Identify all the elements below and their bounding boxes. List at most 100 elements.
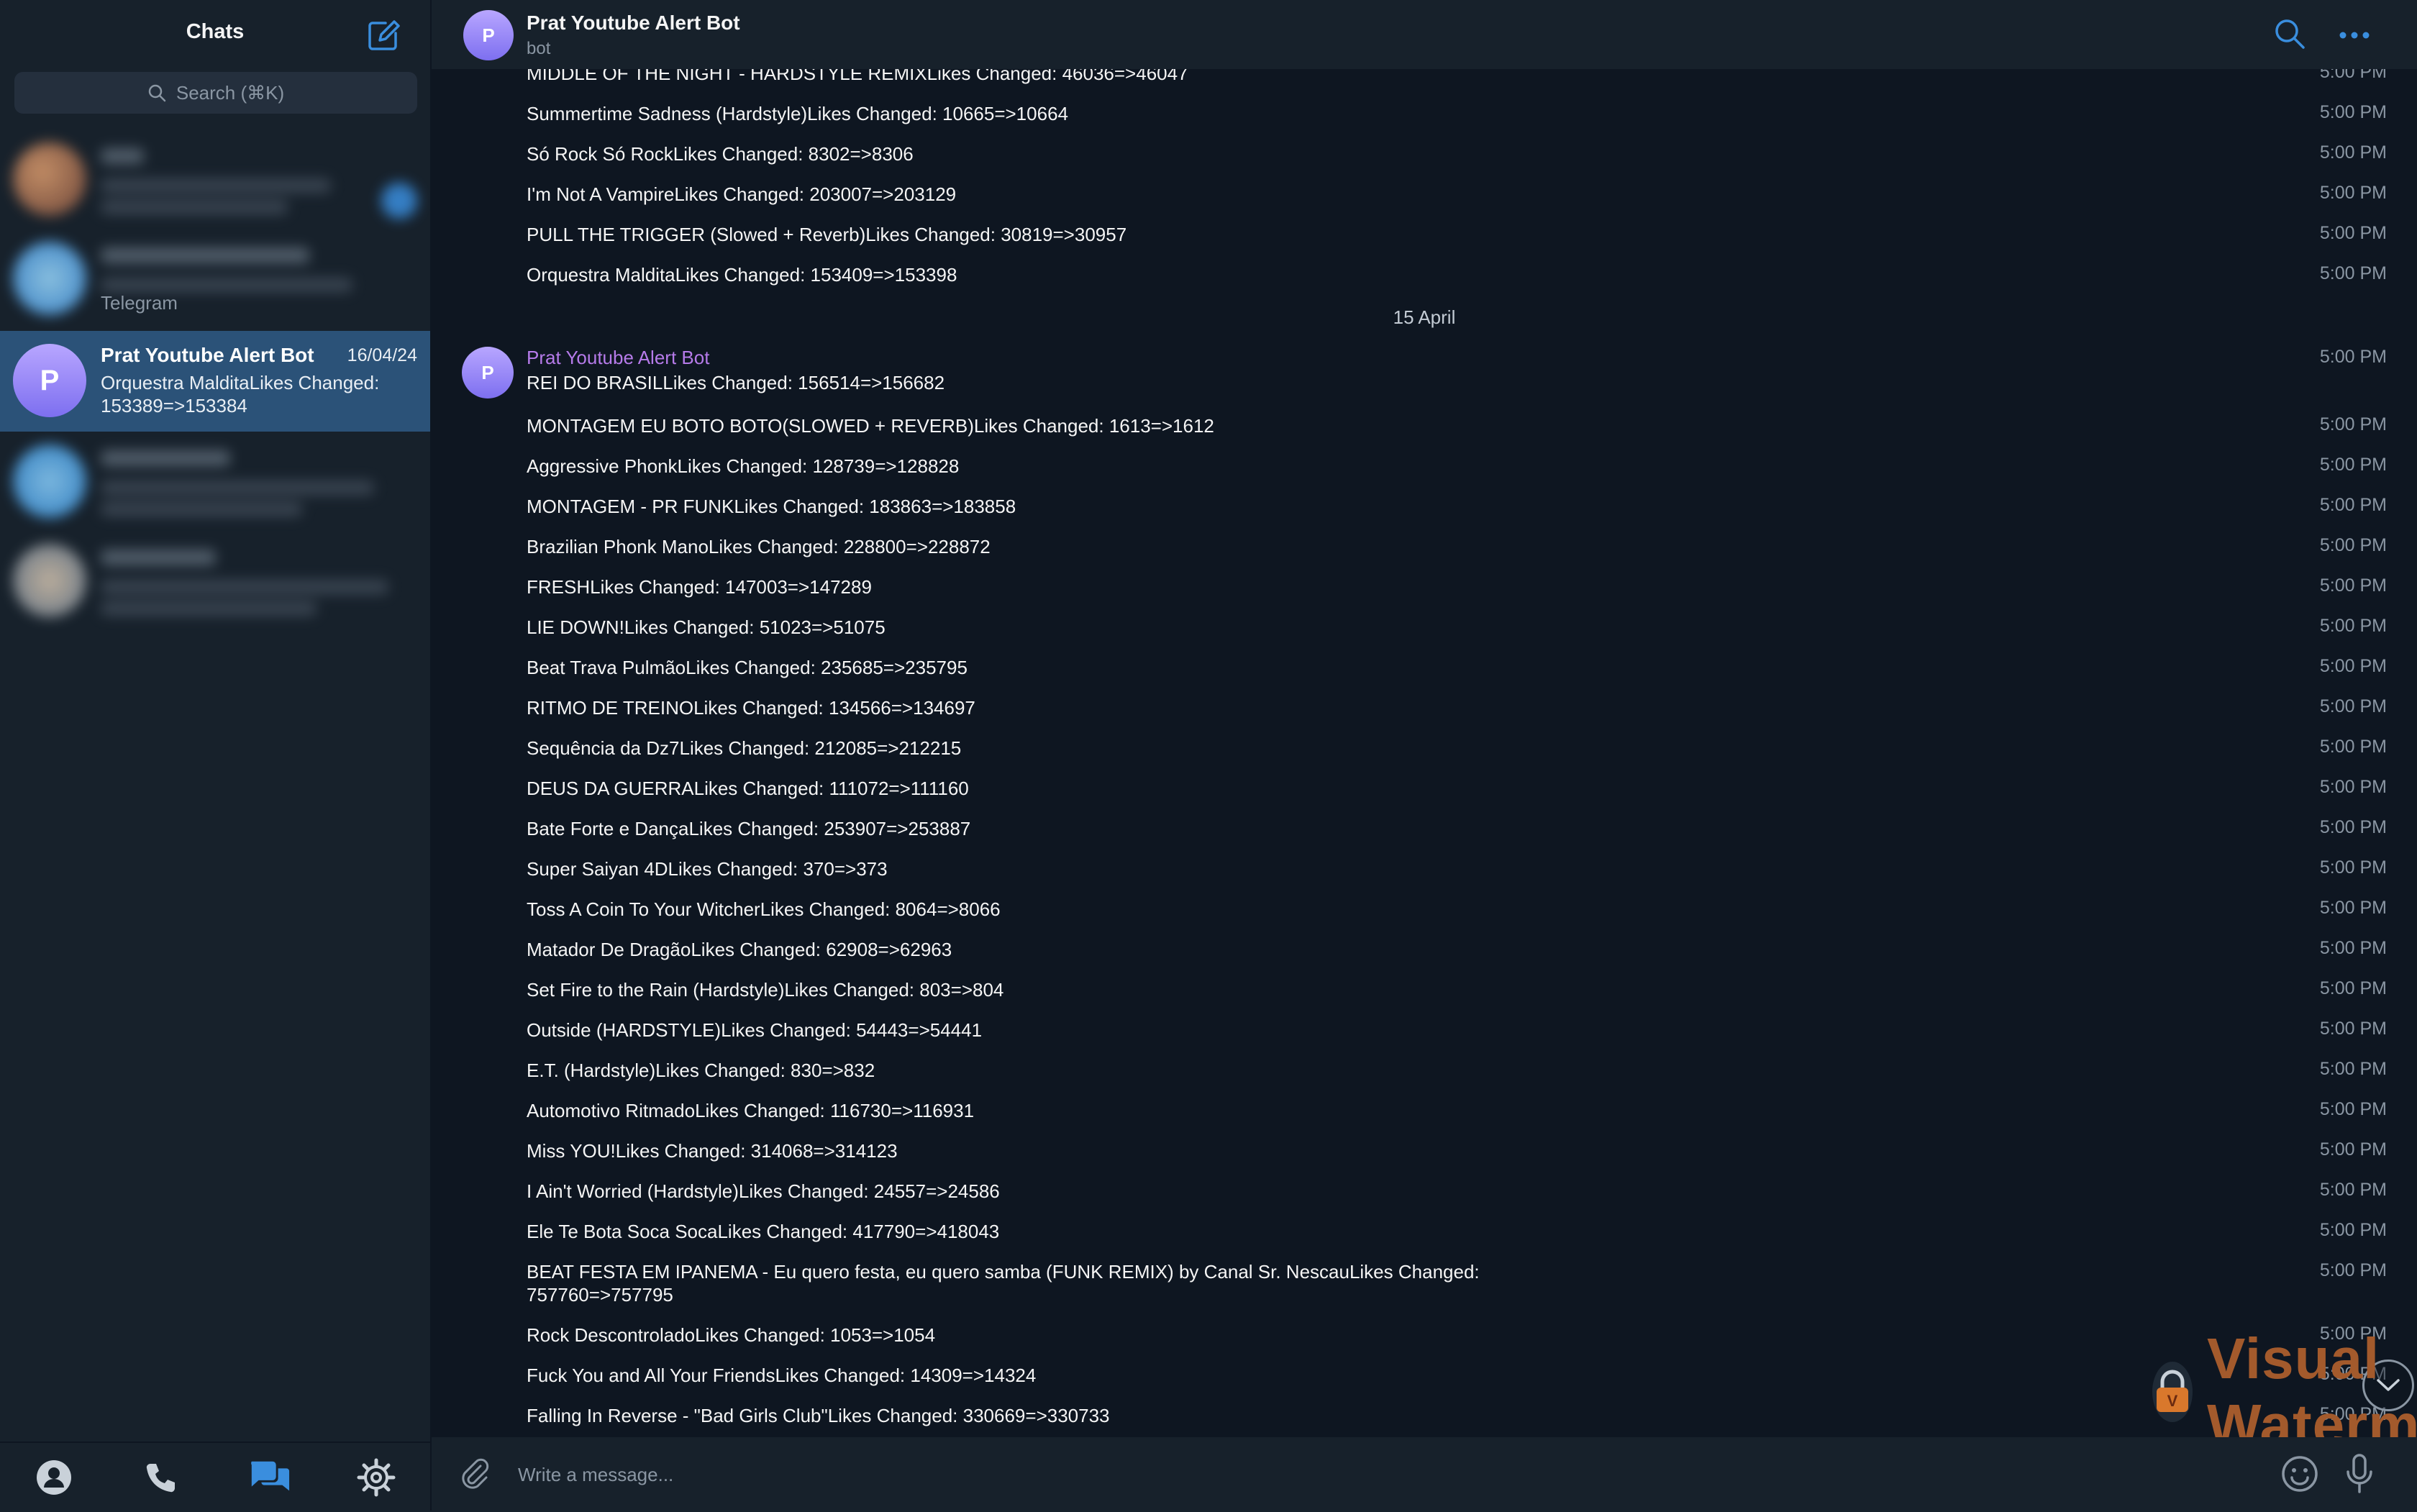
chat-title[interactable]: Prat Youtube Alert Bot <box>527 12 740 35</box>
message-time: 5:00 PM <box>2319 142 2387 163</box>
message-time: 5:00 PM <box>2319 495 2387 515</box>
message-text[interactable]: Toss A Coin To Your WitcherLikes Changed… <box>527 898 1879 921</box>
message-text[interactable]: FRESHLikes Changed: 147003=>147289 <box>527 575 1879 598</box>
message-list[interactable]: MIDDLE OF THE NIGHT - HARDSTYLE REMIXLik… <box>432 69 2417 1437</box>
calls-icon[interactable] <box>140 1456 183 1499</box>
sidebar-header: Chats <box>0 0 430 69</box>
message-time: 5:00 PM <box>2319 817 2387 837</box>
message-text[interactable]: Set Fire to the Rain (Hardstyle)Likes Ch… <box>527 978 1879 1001</box>
message-time: 5:00 PM <box>2319 1180 2387 1200</box>
unread-badge <box>381 183 417 219</box>
chat-preview: Orquestra MalditaLikes Changed: 153389=>… <box>101 372 380 416</box>
more-options-icon[interactable] <box>2336 17 2372 53</box>
chevron-down-icon <box>2377 1379 2400 1391</box>
chat-panel: P Prat Youtube Alert Bot bot MIDDLE OF T… <box>432 0 2417 1511</box>
settings-gear-icon[interactable] <box>355 1456 398 1499</box>
avatar <box>13 544 86 617</box>
search-icon <box>148 84 166 102</box>
search-placeholder: Search (⌘K) <box>176 81 285 104</box>
avatar[interactable]: P <box>462 347 514 399</box>
message-text[interactable]: MIDDLE OF THE NIGHT - HARDSTYLE REMIXLik… <box>527 69 1879 85</box>
message-text[interactable]: Fuck You and All Your FriendsLikes Chang… <box>527 1364 1879 1387</box>
list-item[interactable] <box>0 233 430 332</box>
message-time: 5:00 PM <box>2319 263 2387 283</box>
message-text[interactable]: Só Rock Só RockLikes Changed: 8302=>8306 <box>527 142 1879 165</box>
emoji-icon[interactable] <box>2280 1454 2319 1493</box>
message-time: 5:00 PM <box>2319 1220 2387 1240</box>
bottom-tab-bar <box>0 1442 430 1512</box>
message-text[interactable]: REI DO BRASILLikes Changed: 156514=>1566… <box>527 371 1879 394</box>
message-text[interactable]: Aggressive PhonkLikes Changed: 128739=>1… <box>527 455 1879 478</box>
message-time: 5:00 PM <box>2319 1019 2387 1039</box>
message-time: 5:00 PM <box>2319 1324 2387 1344</box>
message-time: 5:00 PM <box>2319 696 2387 716</box>
list-item[interactable] <box>0 134 430 233</box>
message-text[interactable]: RITMO DE TREINOLikes Changed: 134566=>13… <box>527 696 1879 719</box>
compose-icon[interactable] <box>367 19 400 52</box>
message-time: 5:00 PM <box>2319 1099 2387 1119</box>
message-time: 5:00 PM <box>2319 1139 2387 1160</box>
avatar[interactable]: P <box>463 10 514 60</box>
message-text[interactable]: Automotivo RitmadoLikes Changed: 116730=… <box>527 1099 1879 1122</box>
message-time: 5:00 PM <box>2319 414 2387 434</box>
message-time: 5:00 PM <box>2319 535 2387 555</box>
avatar <box>13 242 86 315</box>
chat-header: P Prat Youtube Alert Bot bot <box>432 0 2417 70</box>
message-time: 5:00 PM <box>2319 938 2387 958</box>
message-time: 5:00 PM <box>2319 69 2387 82</box>
message-text[interactable]: Super Saiyan 4DLikes Changed: 370=>373 <box>527 857 1879 880</box>
message-text[interactable]: E.T. (Hardstyle)Likes Changed: 830=>832 <box>527 1059 1879 1082</box>
message-time: 5:00 PM <box>2319 857 2387 878</box>
search-icon[interactable] <box>2273 17 2309 53</box>
message-text[interactable]: I'm Not A VampireLikes Changed: 203007=>… <box>527 183 1879 206</box>
attach-icon[interactable] <box>458 1456 493 1492</box>
message-time: 5:00 PM <box>2319 656 2387 676</box>
message-sender[interactable]: Prat Youtube Alert Bot <box>527 347 709 369</box>
message-text[interactable]: Sequência da Dz7Likes Changed: 212085=>2… <box>527 737 1879 760</box>
chat-sidebar: Chats Search (⌘K) Telegram P Prat Youtub… <box>0 0 432 1511</box>
message-text[interactable]: PULL THE TRIGGER (Slowed + Reverb)Likes … <box>527 223 1879 246</box>
contacts-icon[interactable] <box>32 1456 76 1499</box>
avatar: P <box>13 344 86 417</box>
message-time: 5:00 PM <box>2319 898 2387 918</box>
chat-item-prat-youtube-alert-bot[interactable]: P Prat Youtube Alert Bot 16/04/24 Orques… <box>0 331 430 432</box>
message-text[interactable]: BEAT FESTA EM IPANEMA - Eu quero festa, … <box>527 1260 1512 1306</box>
message-text[interactable]: Summertime Sadness (Hardstyle)Likes Chan… <box>527 102 1879 125</box>
message-text[interactable]: Brazilian Phonk ManoLikes Changed: 22880… <box>527 535 1879 558</box>
message-time: 5:00 PM <box>2319 183 2387 203</box>
message-text[interactable]: I Ain't Worried (Hardstyle)Likes Changed… <box>527 1180 1879 1203</box>
message-time: 5:00 PM <box>2319 575 2387 596</box>
message-text[interactable]: Ele Te Bota Soca SocaLikes Changed: 4177… <box>527 1220 1879 1243</box>
chat-date: 16/04/24 <box>347 345 417 365</box>
message-time: 5:00 PM <box>2319 616 2387 636</box>
message-text[interactable]: Falling In Reverse - "Bad Girls Club"Lik… <box>527 1404 1879 1427</box>
message-text[interactable]: Rock DescontroladoLikes Changed: 1053=>1… <box>527 1324 1879 1347</box>
message-text[interactable]: Bate Forte e DançaLikes Changed: 253907=… <box>527 817 1879 840</box>
message-text[interactable]: Beat Trava PulmãoLikes Changed: 235685=>… <box>527 656 1879 679</box>
message-text[interactable]: Outside (HARDSTYLE)Likes Changed: 54443=… <box>527 1019 1879 1042</box>
chat-subtitle: bot <box>527 39 551 58</box>
message-time: 5:00 PM <box>2319 777 2387 797</box>
message-input[interactable] <box>516 1456 2159 1493</box>
message-time: 5:00 PM <box>2319 737 2387 757</box>
scroll-down-button[interactable] <box>2362 1360 2414 1411</box>
list-item[interactable] <box>0 535 430 634</box>
search-input[interactable]: Search (⌘K) <box>14 72 417 114</box>
chat-name: Prat Youtube Alert Bot <box>101 344 314 366</box>
message-text[interactable]: Miss YOU!Likes Changed: 314068=>314123 <box>527 1139 1879 1162</box>
sidebar-title: Chats <box>186 20 245 43</box>
avatar <box>13 445 86 518</box>
list-item[interactable] <box>0 436 430 535</box>
chats-icon[interactable] <box>247 1456 291 1499</box>
message-text[interactable]: MONTAGEM - PR FUNKLikes Changed: 183863=… <box>527 495 1879 518</box>
message-text[interactable]: Orquestra MalditaLikes Changed: 153409=>… <box>527 263 1879 286</box>
message-time: 5:00 PM <box>2319 1260 2387 1280</box>
microphone-icon[interactable] <box>2345 1453 2384 1495</box>
message-time: 5:00 PM <box>2319 978 2387 998</box>
message-text[interactable]: LIE DOWN!Likes Changed: 51023=>51075 <box>527 616 1879 639</box>
message-text[interactable]: MONTAGEM EU BOTO BOTO(SLOWED + REVERB)Li… <box>527 414 1879 437</box>
message-text[interactable]: Matador De DragãoLikes Changed: 62908=>6… <box>527 938 1879 961</box>
message-time: 5:00 PM <box>2319 1059 2387 1079</box>
message-text[interactable]: DEUS DA GUERRALikes Changed: 111072=>111… <box>527 777 1879 800</box>
message-time: 5:00 PM <box>2319 102 2387 122</box>
